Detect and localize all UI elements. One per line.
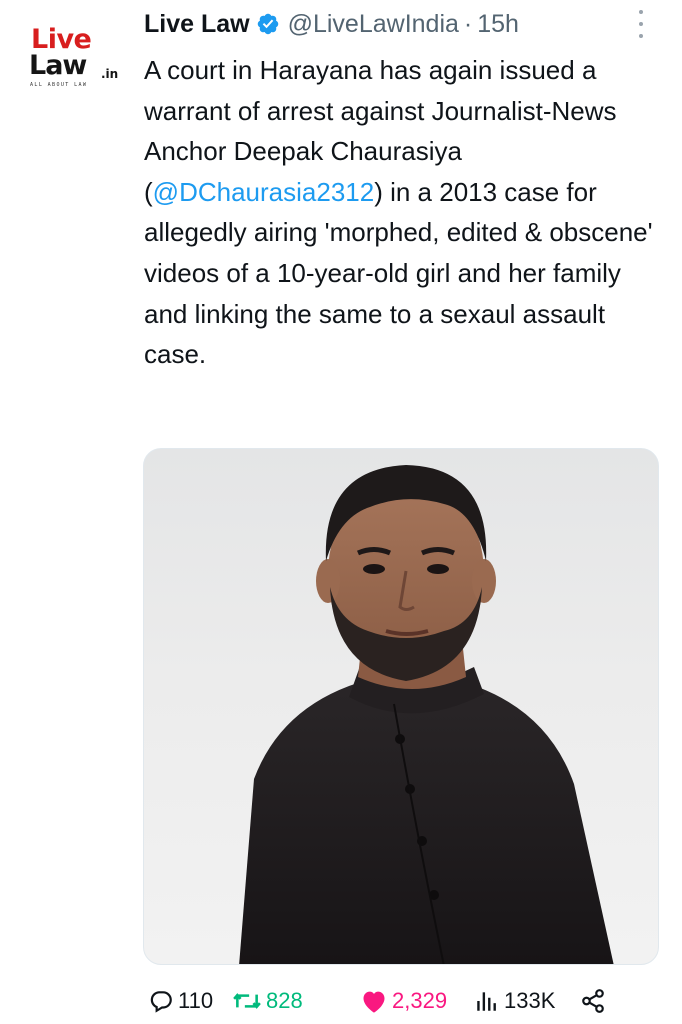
author-name[interactable]: Live Law (144, 8, 250, 40)
views-chart-icon (474, 988, 500, 1014)
heart-icon (360, 988, 388, 1014)
timestamp[interactable]: 15h (477, 8, 519, 40)
more-options-icon[interactable] (632, 10, 650, 38)
retweet-icon (232, 988, 262, 1014)
verified-badge-icon (256, 12, 280, 36)
reply-button[interactable]: 110 (148, 984, 213, 1018)
avatar[interactable]: Live Law .in ALL ABOUT LAW (22, 16, 122, 100)
share-button[interactable] (580, 984, 606, 1018)
retweet-count: 828 (266, 988, 303, 1013)
retweet-button[interactable]: 828 (232, 984, 303, 1018)
logo-live-text: Live (31, 24, 92, 55)
reply-count: 110 (178, 988, 214, 1013)
logo-tagline: ALL ABOUT LAW (30, 82, 88, 88)
like-button[interactable]: 2,329 (360, 984, 447, 1018)
separator-dot: · (463, 10, 473, 38)
mention-link[interactable]: @DChaurasia2312 (153, 177, 375, 207)
tweet-actions: 110 828 2,329 133K (148, 984, 668, 1018)
logo-suffix-text: .in (101, 67, 119, 81)
portrait-image (239, 465, 614, 964)
tweet-text: A court in Harayana has again issued a w… (144, 50, 669, 375)
like-count: 2,329 (392, 988, 448, 1013)
logo-law-text: Law (29, 50, 87, 81)
reply-icon (148, 988, 174, 1014)
tweet-photo[interactable] (143, 448, 659, 965)
views-button[interactable]: 133K (474, 984, 555, 1018)
views-count: 133K (504, 988, 556, 1013)
tweet-header: Live Law @LiveLawIndia · 15h (144, 8, 519, 40)
author-handle[interactable]: @LiveLawIndia (288, 8, 459, 40)
share-icon (580, 988, 606, 1014)
